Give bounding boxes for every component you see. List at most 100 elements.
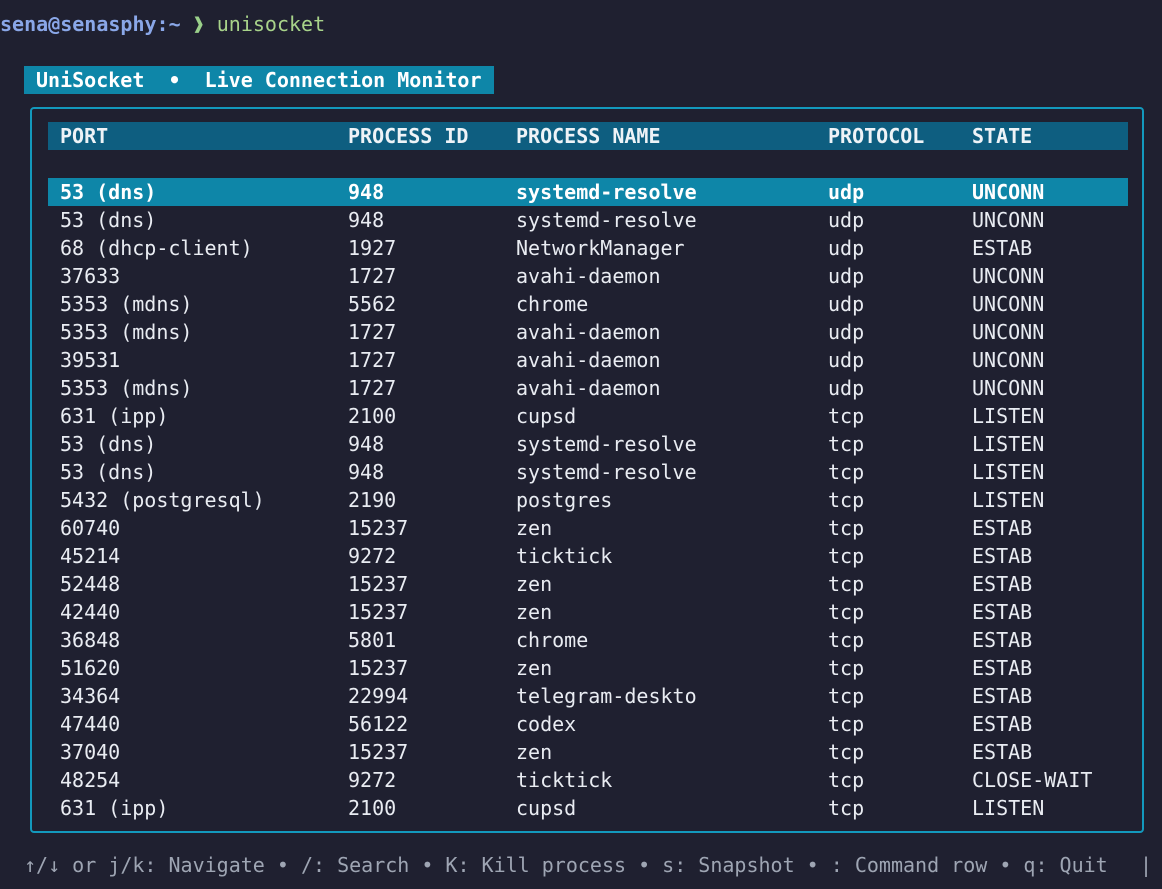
cell-port: 39531 (60, 348, 121, 372)
cell-process-id: 15237 (348, 516, 409, 540)
cell-process-name: ticktick (516, 544, 613, 568)
cell-process-name: systemd-resolve (516, 208, 697, 232)
cell-protocol: udp (828, 348, 865, 372)
cell-process-id: 1727 (348, 320, 397, 344)
table-row[interactable]: 37040 15237 zen tcp ESTAB (48, 738, 1128, 766)
cell-protocol: tcp (828, 432, 865, 456)
cell-state: ESTAB (972, 684, 1033, 708)
cell-process-id: 948 (348, 180, 385, 204)
cell-process-name: ticktick (516, 768, 613, 792)
table-row[interactable]: 53 (dns) 948 systemd-resolve tcp LISTEN (48, 430, 1128, 458)
cell-process-name: zen (516, 572, 553, 596)
cell-protocol: tcp (828, 404, 865, 428)
cell-state: LISTEN (972, 432, 1045, 456)
cell-process-id: 56122 (348, 712, 409, 736)
table-row[interactable]: 5353 (mdns) 5562 chrome udp UNCONN (48, 290, 1128, 318)
cell-state: UNCONN (972, 292, 1045, 316)
cell-process-name: zen (516, 600, 553, 624)
cell-process-name: cupsd (516, 404, 577, 428)
cell-port: 36848 (60, 628, 121, 652)
cell-process-id: 15237 (348, 656, 409, 680)
cell-process-name: postgres (516, 488, 613, 512)
table-row[interactable]: 5353 (mdns) 1727 avahi-daemon udp UNCONN (48, 374, 1128, 402)
cell-process-name: avahi-daemon (516, 264, 661, 288)
cell-port: 53 (dns) (60, 180, 157, 204)
cell-protocol: tcp (828, 544, 865, 568)
cell-state: LISTEN (972, 796, 1045, 820)
table-row[interactable]: 42440 15237 zen tcp ESTAB (48, 598, 1128, 626)
table-row[interactable]: 52448 15237 zen tcp ESTAB (48, 570, 1128, 598)
table-row[interactable]: 34364 22994 telegram-deskto tcp ESTAB (48, 682, 1128, 710)
keybinding-help: ↑/↓ or j/k: Navigate • /: Search • K: Ki… (24, 853, 1108, 877)
cell-process-id: 2100 (348, 796, 397, 820)
header-state[interactable]: STATE (972, 122, 1032, 150)
cell-state: UNCONN (972, 320, 1045, 344)
cell-protocol: tcp (828, 684, 865, 708)
cell-protocol: tcp (828, 600, 865, 624)
table-row[interactable]: 45214 9272 ticktick tcp ESTAB (48, 542, 1128, 570)
cell-process-id: 1727 (348, 376, 397, 400)
cell-process-id: 948 (348, 208, 385, 232)
cell-process-id: 2190 (348, 488, 397, 512)
cell-protocol: tcp (828, 656, 865, 680)
cell-state: ESTAB (972, 740, 1033, 764)
table-row[interactable]: 53 (dns) 948 systemd-resolve tcp LISTEN (48, 458, 1128, 486)
table-header: PORT PROCESS ID PROCESS NAME PROTOCOL ST… (48, 122, 1128, 150)
cell-process-id: 948 (348, 460, 385, 484)
cell-process-name: chrome (516, 292, 589, 316)
table-row[interactable]: 631 (ipp) 2100 cupsd tcp LISTEN (48, 402, 1128, 430)
table-row[interactable]: 5432 (postgresql) 2190 postgres tcp LISTEN (48, 486, 1128, 514)
header-port[interactable]: PORT (60, 122, 108, 150)
cell-port: 53 (dns) (60, 208, 157, 232)
cell-protocol: tcp (828, 460, 865, 484)
shell-prompt: sena@senasphy:~ ❱ unisocket (0, 10, 325, 38)
cell-state: UNCONN (972, 376, 1045, 400)
table-row[interactable]: 60740 15237 zen tcp ESTAB (48, 514, 1128, 542)
cell-protocol: udp (828, 208, 865, 232)
cell-process-id: 22994 (348, 684, 409, 708)
cell-port: 631 (ipp) (60, 796, 169, 820)
table-row[interactable]: 47440 56122 codex tcp ESTAB (48, 710, 1128, 738)
table-row[interactable]: 5353 (mdns) 1727 avahi-daemon udp UNCONN (48, 318, 1128, 346)
table-row-selected[interactable]: 53 (dns) 948 systemd-resolve udp UNCONN (48, 178, 1128, 206)
cell-state: ESTAB (972, 628, 1033, 652)
cell-process-id: 9272 (348, 544, 397, 568)
table-row[interactable]: 68 (dhcp-client) 1927 NetworkManager udp EST… (48, 234, 1128, 262)
cell-port: 52448 (60, 572, 121, 596)
table-row[interactable]: 39531 1727 avahi-daemon udp UNCONN (48, 346, 1128, 374)
header-process-id[interactable]: PROCESS ID (348, 122, 468, 150)
cell-port: 631 (ipp) (60, 404, 169, 428)
cell-port: 48254 (60, 768, 121, 792)
cell-state: LISTEN (972, 460, 1045, 484)
cell-port: 47440 (60, 712, 121, 736)
table-row[interactable]: 631 (ipp) 2100 cupsd tcp LISTEN (48, 794, 1128, 822)
cell-state: ESTAB (972, 516, 1033, 540)
header-process-name[interactable]: PROCESS NAME (516, 122, 661, 150)
cell-state: LISTEN (972, 488, 1045, 512)
cell-process-name: cupsd (516, 796, 577, 820)
cell-process-name: systemd-resolve (516, 180, 697, 204)
cell-process-name: systemd-resolve (516, 460, 697, 484)
cell-protocol: tcp (828, 796, 865, 820)
cell-process-id: 1727 (348, 264, 397, 288)
cell-state: ESTAB (972, 712, 1033, 736)
header-protocol[interactable]: PROTOCOL (828, 122, 924, 150)
cell-protocol: tcp (828, 488, 865, 512)
cell-process-id: 15237 (348, 740, 409, 764)
cell-protocol: tcp (828, 516, 865, 540)
cell-protocol: udp (828, 180, 865, 204)
cell-process-name: codex (516, 712, 577, 736)
table-row[interactable]: 36848 5801 chrome tcp ESTAB (48, 626, 1128, 654)
table-row[interactable]: 53 (dns) 948 systemd-resolve udp UNCONN (48, 206, 1128, 234)
cell-state: CLOSE-WAIT (972, 768, 1093, 792)
cell-process-id: 9272 (348, 768, 397, 792)
table-row[interactable]: 48254 9272 ticktick tcp CLOSE-WAIT (48, 766, 1128, 794)
cell-protocol: udp (828, 292, 865, 316)
cell-process-name: avahi-daemon (516, 320, 661, 344)
cell-port: 60740 (60, 516, 121, 540)
cell-process-id: 15237 (348, 600, 409, 624)
table-row[interactable]: 37633 1727 avahi-daemon udp UNCONN (48, 262, 1128, 290)
table-row[interactable]: 51620 15237 zen tcp ESTAB (48, 654, 1128, 682)
cell-state: ESTAB (972, 600, 1033, 624)
cell-process-name: chrome (516, 628, 589, 652)
